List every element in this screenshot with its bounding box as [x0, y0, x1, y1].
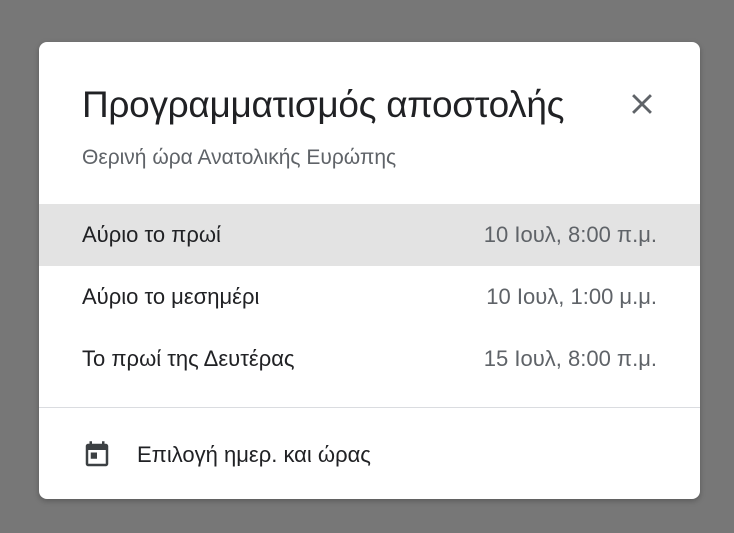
pick-date-time-button[interactable]: Επιλογή ημερ. και ώρας — [39, 424, 700, 486]
option-label: Αύριο το πρωί — [82, 222, 221, 247]
option-tomorrow-afternoon[interactable]: Αύριο το μεσημέρι 10 Ιουλ, 1:00 μ.μ. — [39, 266, 700, 328]
option-label: Το πρωί της Δευτέρας — [82, 346, 295, 371]
option-tomorrow-morning[interactable]: Αύριο το πρωί 10 Ιουλ, 8:00 π.μ. — [39, 204, 700, 266]
option-time: 10 Ιουλ, 1:00 μ.μ. — [486, 284, 657, 309]
divider — [39, 407, 700, 408]
option-time: 15 Ιουλ, 8:00 π.μ. — [483, 346, 657, 371]
close-icon — [632, 94, 652, 114]
dialog-title: Προγραμματισμός αποστολής — [82, 84, 565, 125]
option-time: 10 Ιουλ, 8:00 π.μ. — [483, 222, 657, 247]
schedule-options-list: Αύριο το πρωί 10 Ιουλ, 8:00 π.μ. Αύριο τ… — [39, 204, 700, 390]
close-button[interactable] — [625, 87, 659, 121]
timezone-subtitle: Θερινή ώρα Ανατολικής Ευρώπης — [82, 146, 397, 169]
option-label: Αύριο το μεσημέρι — [82, 284, 260, 309]
calendar-icon — [82, 440, 112, 470]
pick-date-time-label: Επιλογή ημερ. και ώρας — [137, 442, 371, 467]
schedule-send-dialog: Προγραμματισμός αποστολής Θερινή ώρα Ανα… — [39, 42, 700, 499]
option-monday-morning[interactable]: Το πρωί της Δευτέρας 15 Ιουλ, 8:00 π.μ. — [39, 328, 700, 390]
